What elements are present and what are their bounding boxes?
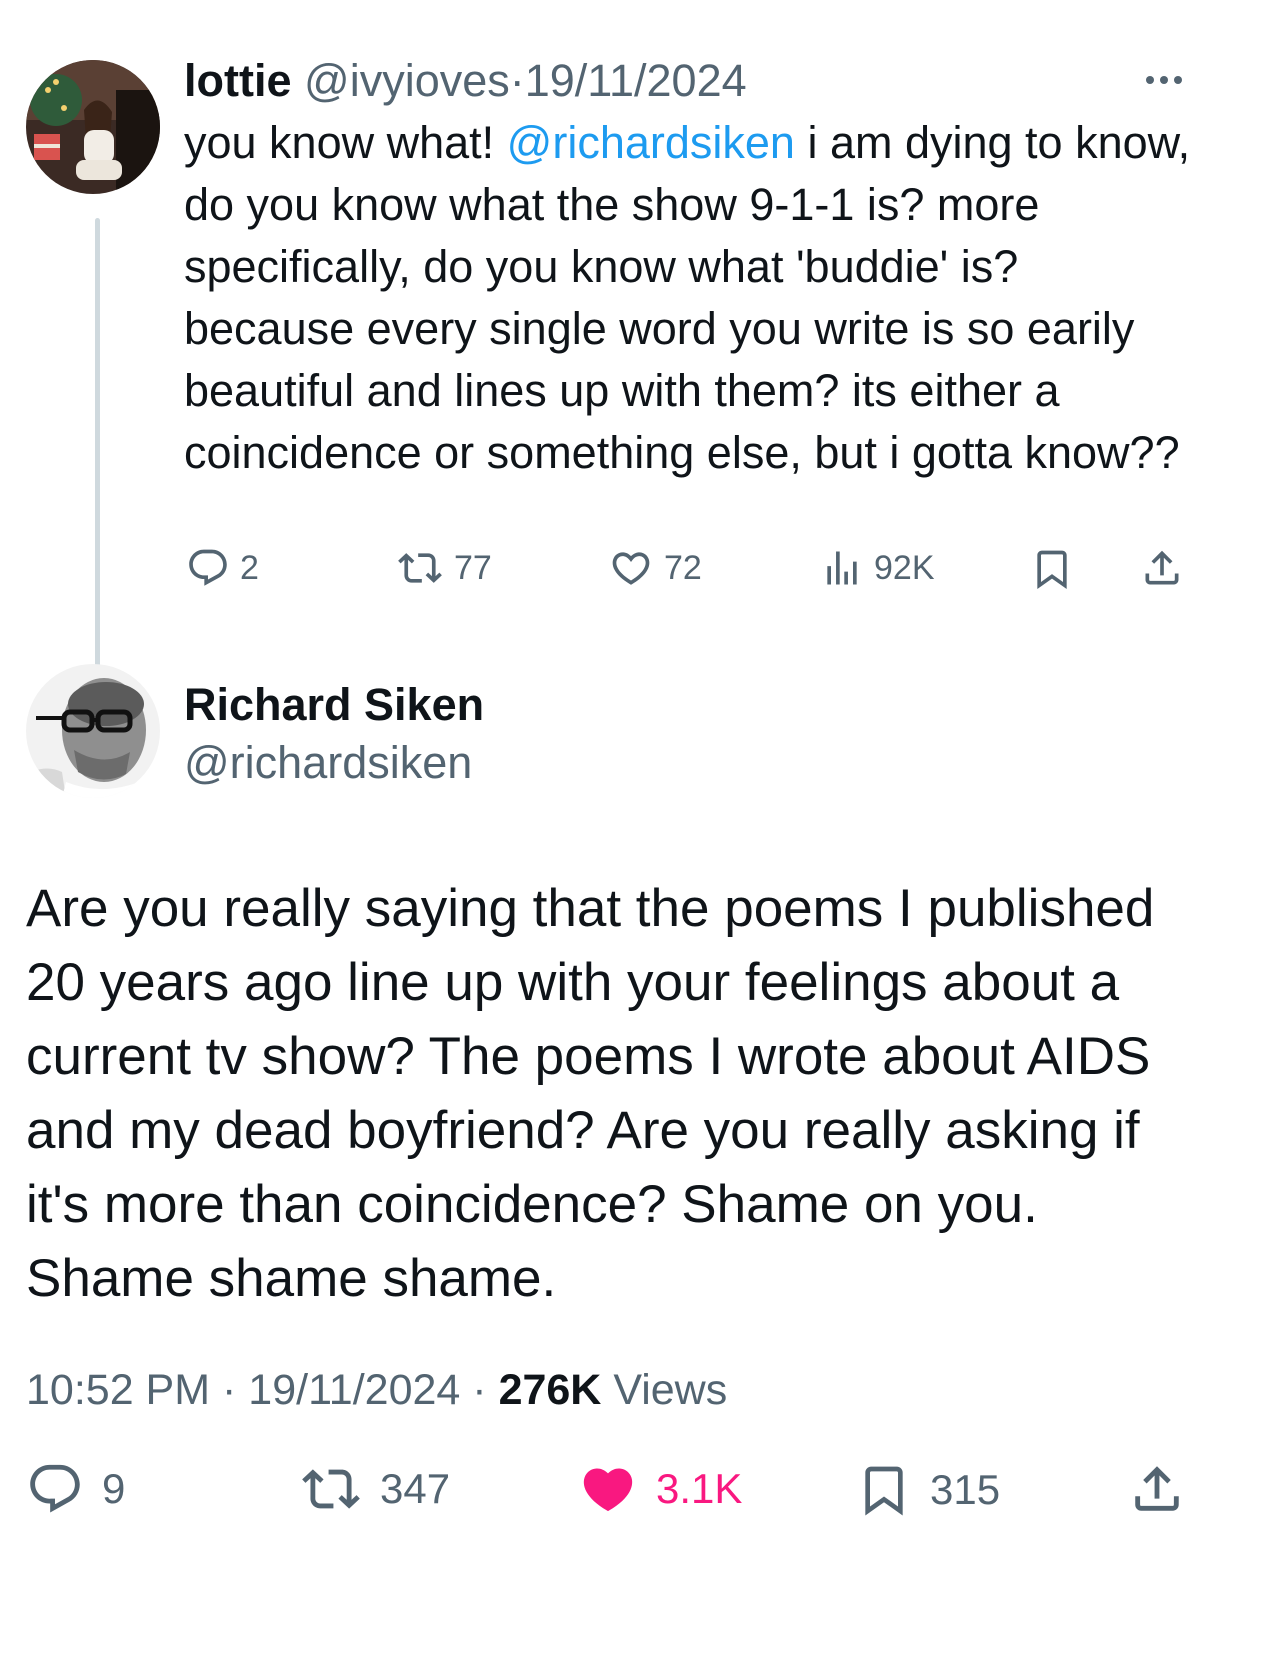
main-reply-button[interactable]: 9 (26, 1460, 125, 1518)
main-author-handle[interactable]: @richardsiken (184, 738, 472, 788)
parent-author-name[interactable]: lottie (184, 55, 292, 106)
main-like-count: 3.1K (656, 1465, 743, 1512)
lottie-avatar[interactable] (26, 60, 160, 194)
main-share-button[interactable] (1128, 1460, 1186, 1523)
main-time[interactable]: 10:52 PM (26, 1366, 210, 1414)
parent-retweet-count: 77 (454, 548, 492, 587)
richard-siken-avatar[interactable] (26, 664, 160, 798)
reply-icon (30, 1464, 80, 1513)
parent-date[interactable]: 19/11/2024 (525, 55, 747, 106)
bookmark-icon (1037, 550, 1067, 590)
parent-tweet-text: you know what! @richardsiken i am dying … (184, 112, 1194, 484)
separator: · (222, 1366, 237, 1414)
main-meta: 10:52 PM · 19/11/2024 · 276K Views (26, 1366, 727, 1414)
parent-reply-button[interactable]: 2 (186, 546, 259, 590)
main-bookmark-count: 315 (930, 1466, 1001, 1513)
parent-retweet-button[interactable]: 77 (396, 546, 492, 590)
parent-text-part2: i am dying to know, do you know what the… (184, 117, 1191, 478)
reply-icon (189, 549, 227, 586)
share-icon (1135, 1466, 1179, 1511)
parent-like-count: 72 (664, 548, 702, 587)
parent-author-handle[interactable]: @ivyioves (304, 55, 510, 106)
parent-views-button[interactable]: 92K (820, 546, 935, 590)
parent-share-button[interactable] (1140, 546, 1184, 595)
views-icon (827, 551, 857, 585)
main-author-name[interactable]: Richard Siken (184, 680, 484, 730)
thread-line (95, 218, 100, 688)
separator: · (509, 55, 525, 106)
main-retweet-count: 347 (380, 1465, 451, 1512)
main-reply-count: 9 (102, 1465, 126, 1512)
retweet-icon (398, 553, 442, 583)
parent-like-button[interactable]: 72 (608, 546, 702, 590)
parent-reply-count: 2 (240, 548, 259, 587)
main-bookmark-button[interactable]: 315 (856, 1460, 1000, 1520)
parent-header: lottie @ivyioves·19/11/2024 (184, 56, 747, 106)
main-like-button[interactable]: 3.1K (578, 1460, 742, 1518)
parent-bookmark-button[interactable] (1030, 546, 1074, 597)
main-retweet-button[interactable]: 347 (300, 1460, 450, 1518)
main-tweet-text: Are you really saying that the poems I p… (26, 879, 1155, 1308)
mention-link[interactable]: @richardsiken (507, 117, 795, 168)
views-label: Views (613, 1366, 728, 1414)
main-date[interactable]: 19/11/2024 (248, 1366, 460, 1414)
more-icon[interactable] (1146, 76, 1182, 84)
bookmark-icon (865, 1466, 903, 1516)
heart-filled-icon (583, 1468, 633, 1512)
retweet-icon (302, 1469, 360, 1509)
views-count: 276K (498, 1366, 602, 1414)
parent-views-count: 92K (874, 548, 935, 587)
share-icon (1145, 550, 1179, 585)
heart-icon (612, 552, 650, 585)
parent-text-part1: you know what! (184, 117, 507, 168)
separator: · (472, 1366, 487, 1414)
